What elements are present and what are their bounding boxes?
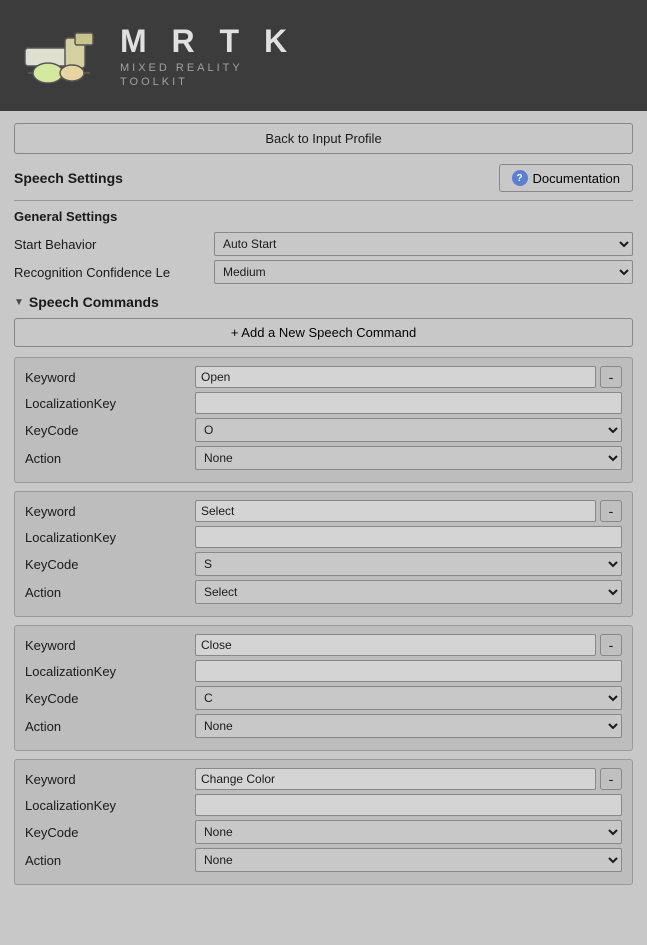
recognition-confidence-row: Recognition Confidence Le High Medium Lo… — [14, 260, 633, 284]
action-select-close[interactable]: None Select — [195, 714, 622, 738]
cmd-keycode-row-change-color: KeyCode None A — [25, 820, 622, 844]
speech-settings-title: Speech Settings — [14, 170, 123, 186]
back-to-input-profile-button[interactable]: Back to Input Profile — [14, 123, 633, 154]
recognition-confidence-select[interactable]: High Medium Low Rejected — [214, 260, 633, 284]
logo-text: M R T K MIXED REALITY TOOLKIT — [120, 23, 295, 88]
general-settings-title: General Settings — [14, 209, 633, 224]
speech-commands-title: Speech Commands — [29, 294, 159, 310]
cmd-keycode-row-select: KeyCode None S A — [25, 552, 622, 576]
localization-label-select: LocalizationKey — [25, 530, 195, 545]
keyword-input-group-select: - — [195, 500, 622, 522]
localization-input-open[interactable] — [195, 392, 622, 414]
keycode-label-open: KeyCode — [25, 423, 195, 438]
header: M R T K MIXED REALITY TOOLKIT — [0, 0, 647, 111]
start-behavior-value[interactable]: Auto Start Manual Start — [214, 232, 633, 256]
keyword-input-group-open: - — [195, 366, 622, 388]
cmd-localization-row-select: LocalizationKey — [25, 526, 622, 548]
keyword-input-change-color[interactable] — [195, 768, 596, 790]
remove-button-close[interactable]: - — [600, 634, 622, 656]
localization-label-change-color: LocalizationKey — [25, 798, 195, 813]
cmd-keyword-row-close: Keyword - — [25, 634, 622, 656]
action-label-close: Action — [25, 719, 195, 734]
keyword-label-select: Keyword — [25, 504, 195, 519]
localization-input-change-color[interactable] — [195, 794, 622, 816]
cmd-localization-row-change-color: LocalizationKey — [25, 794, 622, 816]
mrtk-logo-icon — [20, 18, 100, 93]
action-label-open: Action — [25, 451, 195, 466]
add-speech-command-button[interactable]: + Add a New Speech Command — [14, 318, 633, 347]
cmd-action-row-change-color: Action None Select — [25, 848, 622, 872]
keycode-select-close[interactable]: None C A — [195, 686, 622, 710]
logo-title: M R T K — [120, 23, 295, 60]
command-block-change-color: Keyword - LocalizationKey KeyCode None A… — [14, 759, 633, 885]
localization-input-close[interactable] — [195, 660, 622, 682]
remove-button-select[interactable]: - — [600, 500, 622, 522]
documentation-button[interactable]: ? Documentation — [499, 164, 633, 192]
remove-button-change-color[interactable]: - — [600, 768, 622, 790]
keyword-label-change-color: Keyword — [25, 772, 195, 787]
keycode-select-select[interactable]: None S A — [195, 552, 622, 576]
cmd-action-row-close: Action None Select — [25, 714, 622, 738]
cmd-keyword-row-select: Keyword - — [25, 500, 622, 522]
remove-button-open[interactable]: - — [600, 366, 622, 388]
documentation-label: Documentation — [533, 171, 620, 186]
start-behavior-row: Start Behavior Auto Start Manual Start — [14, 232, 633, 256]
keycode-label-select: KeyCode — [25, 557, 195, 572]
recognition-confidence-value[interactable]: High Medium Low Rejected — [214, 260, 633, 284]
content-area: Back to Input Profile Speech Settings ? … — [0, 111, 647, 905]
keyword-input-group-change-color: - — [195, 768, 622, 790]
logo-subtitle-line1: MIXED REALITY — [120, 62, 295, 74]
start-behavior-select[interactable]: Auto Start Manual Start — [214, 232, 633, 256]
localization-label-open: LocalizationKey — [25, 396, 195, 411]
keycode-select-change-color[interactable]: None A — [195, 820, 622, 844]
action-select-change-color[interactable]: None Select — [195, 848, 622, 872]
cmd-keycode-row-close: KeyCode None C A — [25, 686, 622, 710]
speech-settings-header: Speech Settings ? Documentation — [14, 164, 633, 192]
cmd-keyword-row-change-color: Keyword - — [25, 768, 622, 790]
cmd-action-row-open: Action None Select — [25, 446, 622, 470]
keyword-label-close: Keyword — [25, 638, 195, 653]
command-block-select: Keyword - LocalizationKey KeyCode None S… — [14, 491, 633, 617]
localization-label-close: LocalizationKey — [25, 664, 195, 679]
command-block-close: Keyword - LocalizationKey KeyCode None C… — [14, 625, 633, 751]
cmd-keyword-row-open: Keyword - — [25, 366, 622, 388]
recognition-confidence-label: Recognition Confidence Le — [14, 265, 214, 280]
cmd-keycode-row-open: KeyCode None O A — [25, 418, 622, 442]
keyword-input-open[interactable] — [195, 366, 596, 388]
command-block-open: Keyword - LocalizationKey KeyCode None O… — [14, 357, 633, 483]
keyword-input-close[interactable] — [195, 634, 596, 656]
localization-input-select[interactable] — [195, 526, 622, 548]
keycode-label-change-color: KeyCode — [25, 825, 195, 840]
cmd-localization-row-close: LocalizationKey — [25, 660, 622, 682]
divider — [14, 200, 633, 201]
cmd-localization-row-open: LocalizationKey — [25, 392, 622, 414]
keyword-label-open: Keyword — [25, 370, 195, 385]
action-select-open[interactable]: None Select — [195, 446, 622, 470]
collapse-triangle-icon[interactable]: ▼ — [14, 297, 24, 308]
speech-commands-header: ▼ Speech Commands — [14, 294, 633, 310]
action-label-change-color: Action — [25, 853, 195, 868]
keyword-input-group-close: - — [195, 634, 622, 656]
keycode-label-close: KeyCode — [25, 691, 195, 706]
action-select-select[interactable]: None Select — [195, 580, 622, 604]
keyword-input-select[interactable] — [195, 500, 596, 522]
logo-subtitle-line2: TOOLKIT — [120, 76, 295, 88]
documentation-icon: ? — [512, 170, 528, 186]
start-behavior-label: Start Behavior — [14, 237, 214, 252]
keycode-select-open[interactable]: None O A — [195, 418, 622, 442]
cmd-action-row-select: Action None Select — [25, 580, 622, 604]
action-label-select: Action — [25, 585, 195, 600]
